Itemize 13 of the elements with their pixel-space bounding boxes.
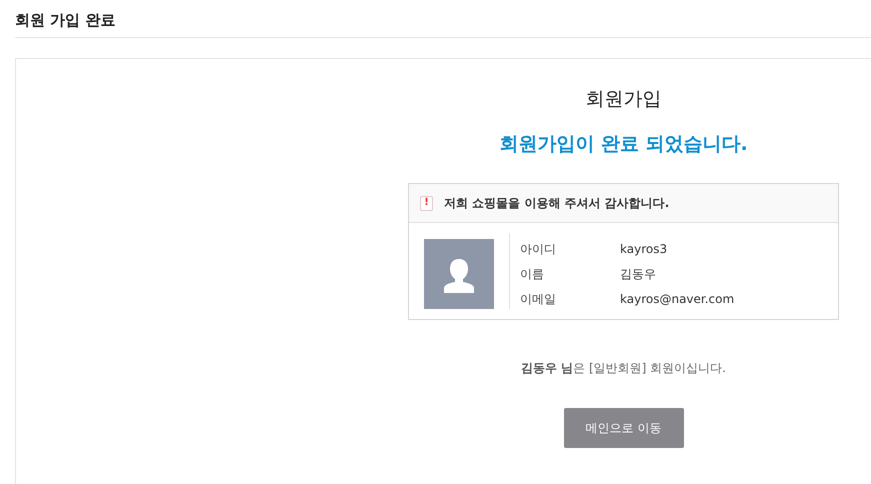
page-title: 회원 가입 완료: [15, 10, 116, 30]
field-label: 이름: [520, 266, 545, 283]
field-value: 김동우: [620, 266, 656, 283]
field-value: kayros3: [620, 241, 668, 258]
field-label: 아이디: [520, 241, 557, 258]
member-grade-message: 김동우 님은 [일반회원] 회원이십니다.: [521, 360, 726, 377]
thanks-message: 저희 쇼핑몰을 이용해 주셔서 감사합니다.: [444, 194, 670, 212]
completion-message: 회원가입이 완료 되었습니다.: [499, 132, 748, 157]
go-to-main-button[interactable]: 메인으로 이동: [564, 408, 684, 448]
field-value: kayros@naver.com: [620, 291, 734, 308]
field-label: 이메일: [520, 291, 557, 308]
notice-icon: !: [420, 196, 433, 210]
page-heading: 회원가입: [586, 87, 662, 112]
